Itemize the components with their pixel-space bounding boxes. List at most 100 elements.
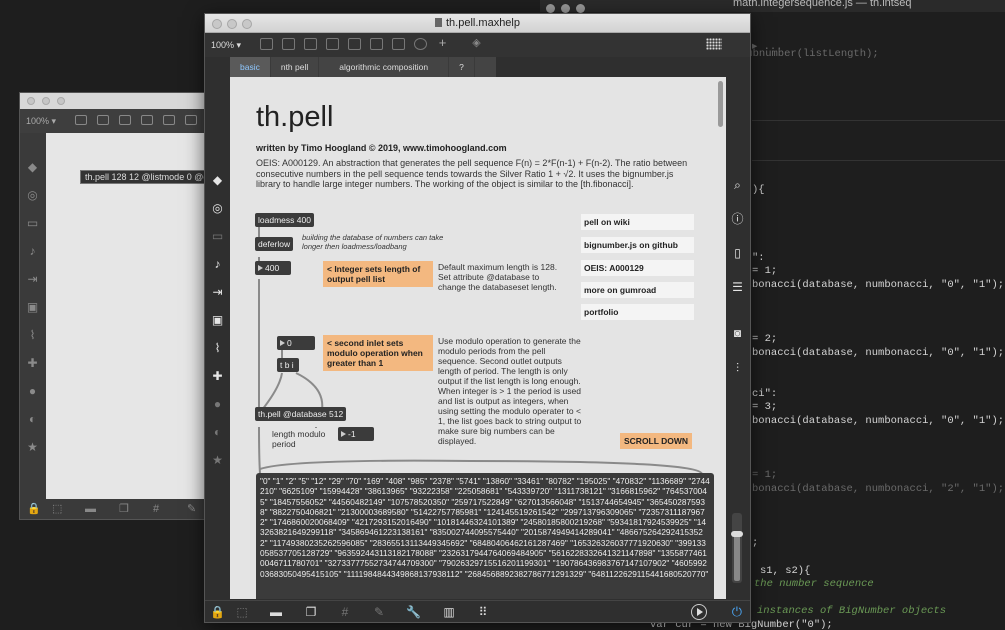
toggle-icon[interactable]: [370, 38, 383, 50]
comment-icon[interactable]: [119, 115, 131, 125]
pell-main-object[interactable]: th.pell @database 512: [255, 407, 347, 421]
pack-icon[interactable]: ●: [210, 397, 225, 412]
byline: written by Timo Hoogland © 2019, www.tim…: [256, 143, 507, 153]
slider-icon[interactable]: [392, 38, 405, 50]
package-icon[interactable]: ◆: [26, 161, 39, 174]
tab-help[interactable]: ?: [449, 57, 475, 77]
output-message-box[interactable]: "0" "1" "2" "5" "12" "29" "70" "169" "40…: [256, 473, 714, 599]
step-icon[interactable]: ⇥: [26, 273, 39, 286]
close-button[interactable]: [27, 97, 35, 105]
snap-icon[interactable]: ✎: [372, 605, 386, 619]
patcher-back-titlebar[interactable]: [20, 93, 208, 109]
code-line: ;: [752, 537, 759, 549]
link-gumroad[interactable]: more on gumroad: [581, 282, 694, 298]
keypad-icon[interactable]: ⠿: [476, 605, 490, 619]
minimize-button[interactable]: [42, 97, 50, 105]
message-icon[interactable]: [326, 38, 339, 50]
tab-basic[interactable]: basic: [230, 57, 271, 77]
info-icon[interactable]: ⓘ: [730, 212, 745, 227]
comment-icon[interactable]: [304, 38, 317, 50]
grid-icon[interactable]: #: [153, 503, 165, 515]
button-icon[interactable]: [163, 115, 175, 125]
star-icon[interactable]: ★: [26, 441, 39, 454]
code-line: 'ubnumber(listLength);: [740, 48, 879, 60]
link-bignumber-github[interactable]: bignumber.js on github: [581, 237, 694, 253]
tab-nth-pell[interactable]: nth pell: [271, 57, 320, 77]
help-window[interactable]: th.pell.maxhelp 100% ▾ + ◈ basic nth pel…: [204, 13, 751, 623]
paperclip-icon[interactable]: ⌇: [26, 329, 39, 342]
plugin-icon[interactable]: ✚: [26, 357, 39, 370]
list-icon[interactable]: ☰: [730, 280, 745, 295]
trigger-object[interactable]: t b i: [277, 358, 299, 372]
search-icon[interactable]: ⌕: [730, 178, 745, 193]
book-icon[interactable]: ▯: [730, 246, 745, 261]
disc-icon[interactable]: ◐: [210, 425, 225, 440]
mixer-icon[interactable]: ⫶: [730, 361, 745, 376]
message-icon[interactable]: [141, 115, 153, 125]
windows-icon[interactable]: ❐: [119, 503, 131, 515]
code-line: bonacci(database, numbonacci, "0", "1");: [752, 347, 1005, 359]
target-icon[interactable]: ◎: [26, 189, 39, 202]
disc-icon[interactable]: ◐: [26, 413, 39, 426]
presentation-mode-icon[interactable]: ⬚: [52, 503, 64, 515]
audio-power-icon[interactable]: ⏻: [732, 604, 742, 620]
deferlow-object[interactable]: deferlow: [255, 237, 294, 251]
pack-icon[interactable]: ●: [26, 385, 39, 398]
link-oeis[interactable]: OEIS: A000129: [581, 260, 694, 276]
chat-icon[interactable]: ▬: [85, 503, 97, 515]
patcher-back-left-sidebar: ◆ ◎ ▭ ♪ ⇥ ▣ ⌇ ✚ ● ◐ ★: [20, 133, 46, 499]
add-icon[interactable]: +: [436, 36, 449, 50]
tab-algorithmic-composition[interactable]: algorithmic composition: [319, 57, 450, 77]
presentation-icon[interactable]: [75, 115, 87, 125]
number-box-modulo[interactable]: 0: [277, 336, 315, 350]
toggle-icon[interactable]: [185, 115, 197, 125]
dial-icon[interactable]: [414, 38, 427, 50]
rack-icon[interactable]: ▭: [210, 229, 225, 244]
number-box-period[interactable]: -1: [338, 427, 374, 441]
loadmess-object[interactable]: loadmess 400: [255, 213, 314, 227]
vertical-scrollbar[interactable]: [718, 81, 723, 127]
presentation-icon[interactable]: [260, 38, 273, 50]
object-icon[interactable]: [97, 115, 109, 125]
package-manager-icon[interactable]: ◆: [210, 173, 225, 188]
patcher-back-canvas[interactable]: th.pell 128 12 @listmode 0 @c: [46, 133, 213, 499]
help-title-text: th.pell.maxhelp: [446, 17, 520, 29]
wrench-icon[interactable]: 🔧: [406, 605, 421, 619]
zoom-menu[interactable]: 100% ▾: [26, 116, 56, 127]
lock-icon[interactable]: 🔒: [210, 605, 225, 619]
patcher-window-back[interactable]: 100% ▾ ◆ ◎ ▭ ♪ ⇥ ▣ ⌇ ✚ ● ◐ ★ th.pell 128…: [19, 92, 213, 520]
zoom-button[interactable]: [57, 97, 65, 105]
pell-object[interactable]: th.pell 128 12 @listmode 0 @c: [80, 170, 213, 184]
image-icon[interactable]: ▣: [26, 301, 39, 314]
keypad-icon[interactable]: [706, 38, 722, 50]
snap-icon[interactable]: ✎: [187, 503, 199, 515]
music-note-icon[interactable]: ♪: [26, 245, 39, 258]
step-icon[interactable]: ⇥: [210, 285, 225, 300]
star-icon[interactable]: ★: [210, 453, 225, 468]
windows-icon[interactable]: ❐: [304, 605, 318, 619]
rack-icon[interactable]: ▭: [26, 217, 39, 230]
plugin-icon[interactable]: ✚: [210, 369, 225, 384]
object-icon[interactable]: [282, 38, 295, 50]
music-note-icon[interactable]: ♪: [210, 257, 225, 272]
help-titlebar[interactable]: th.pell.maxhelp: [205, 14, 750, 33]
lock-icon[interactable]: 🔒: [27, 503, 41, 515]
link-portfolio[interactable]: portfolio: [581, 304, 694, 320]
button-icon[interactable]: [348, 38, 361, 50]
number-box-length[interactable]: 400: [255, 261, 291, 275]
zoom-menu[interactable]: 100% ▾: [211, 40, 241, 51]
piano-icon[interactable]: ▥: [442, 605, 456, 619]
link-pell-wiki[interactable]: pell on wiki: [581, 214, 694, 230]
presentation-mode-icon[interactable]: ⬚: [235, 605, 249, 619]
target-icon[interactable]: ◎: [210, 201, 225, 216]
camera-icon[interactable]: ◙: [730, 326, 745, 341]
help-canvas[interactable]: th.pell written by Timo Hoogland © 2019,…: [230, 77, 726, 599]
volume-knob[interactable]: [731, 531, 743, 537]
paperclip-icon[interactable]: ⌇: [210, 341, 225, 356]
chat-icon[interactable]: ▬: [269, 605, 283, 619]
paint-icon[interactable]: ◈: [470, 38, 483, 50]
volume-slider[interactable]: [731, 513, 743, 583]
image-icon[interactable]: ▣: [210, 313, 225, 328]
play-icon[interactable]: [691, 604, 707, 620]
grid-icon[interactable]: #: [338, 605, 352, 619]
